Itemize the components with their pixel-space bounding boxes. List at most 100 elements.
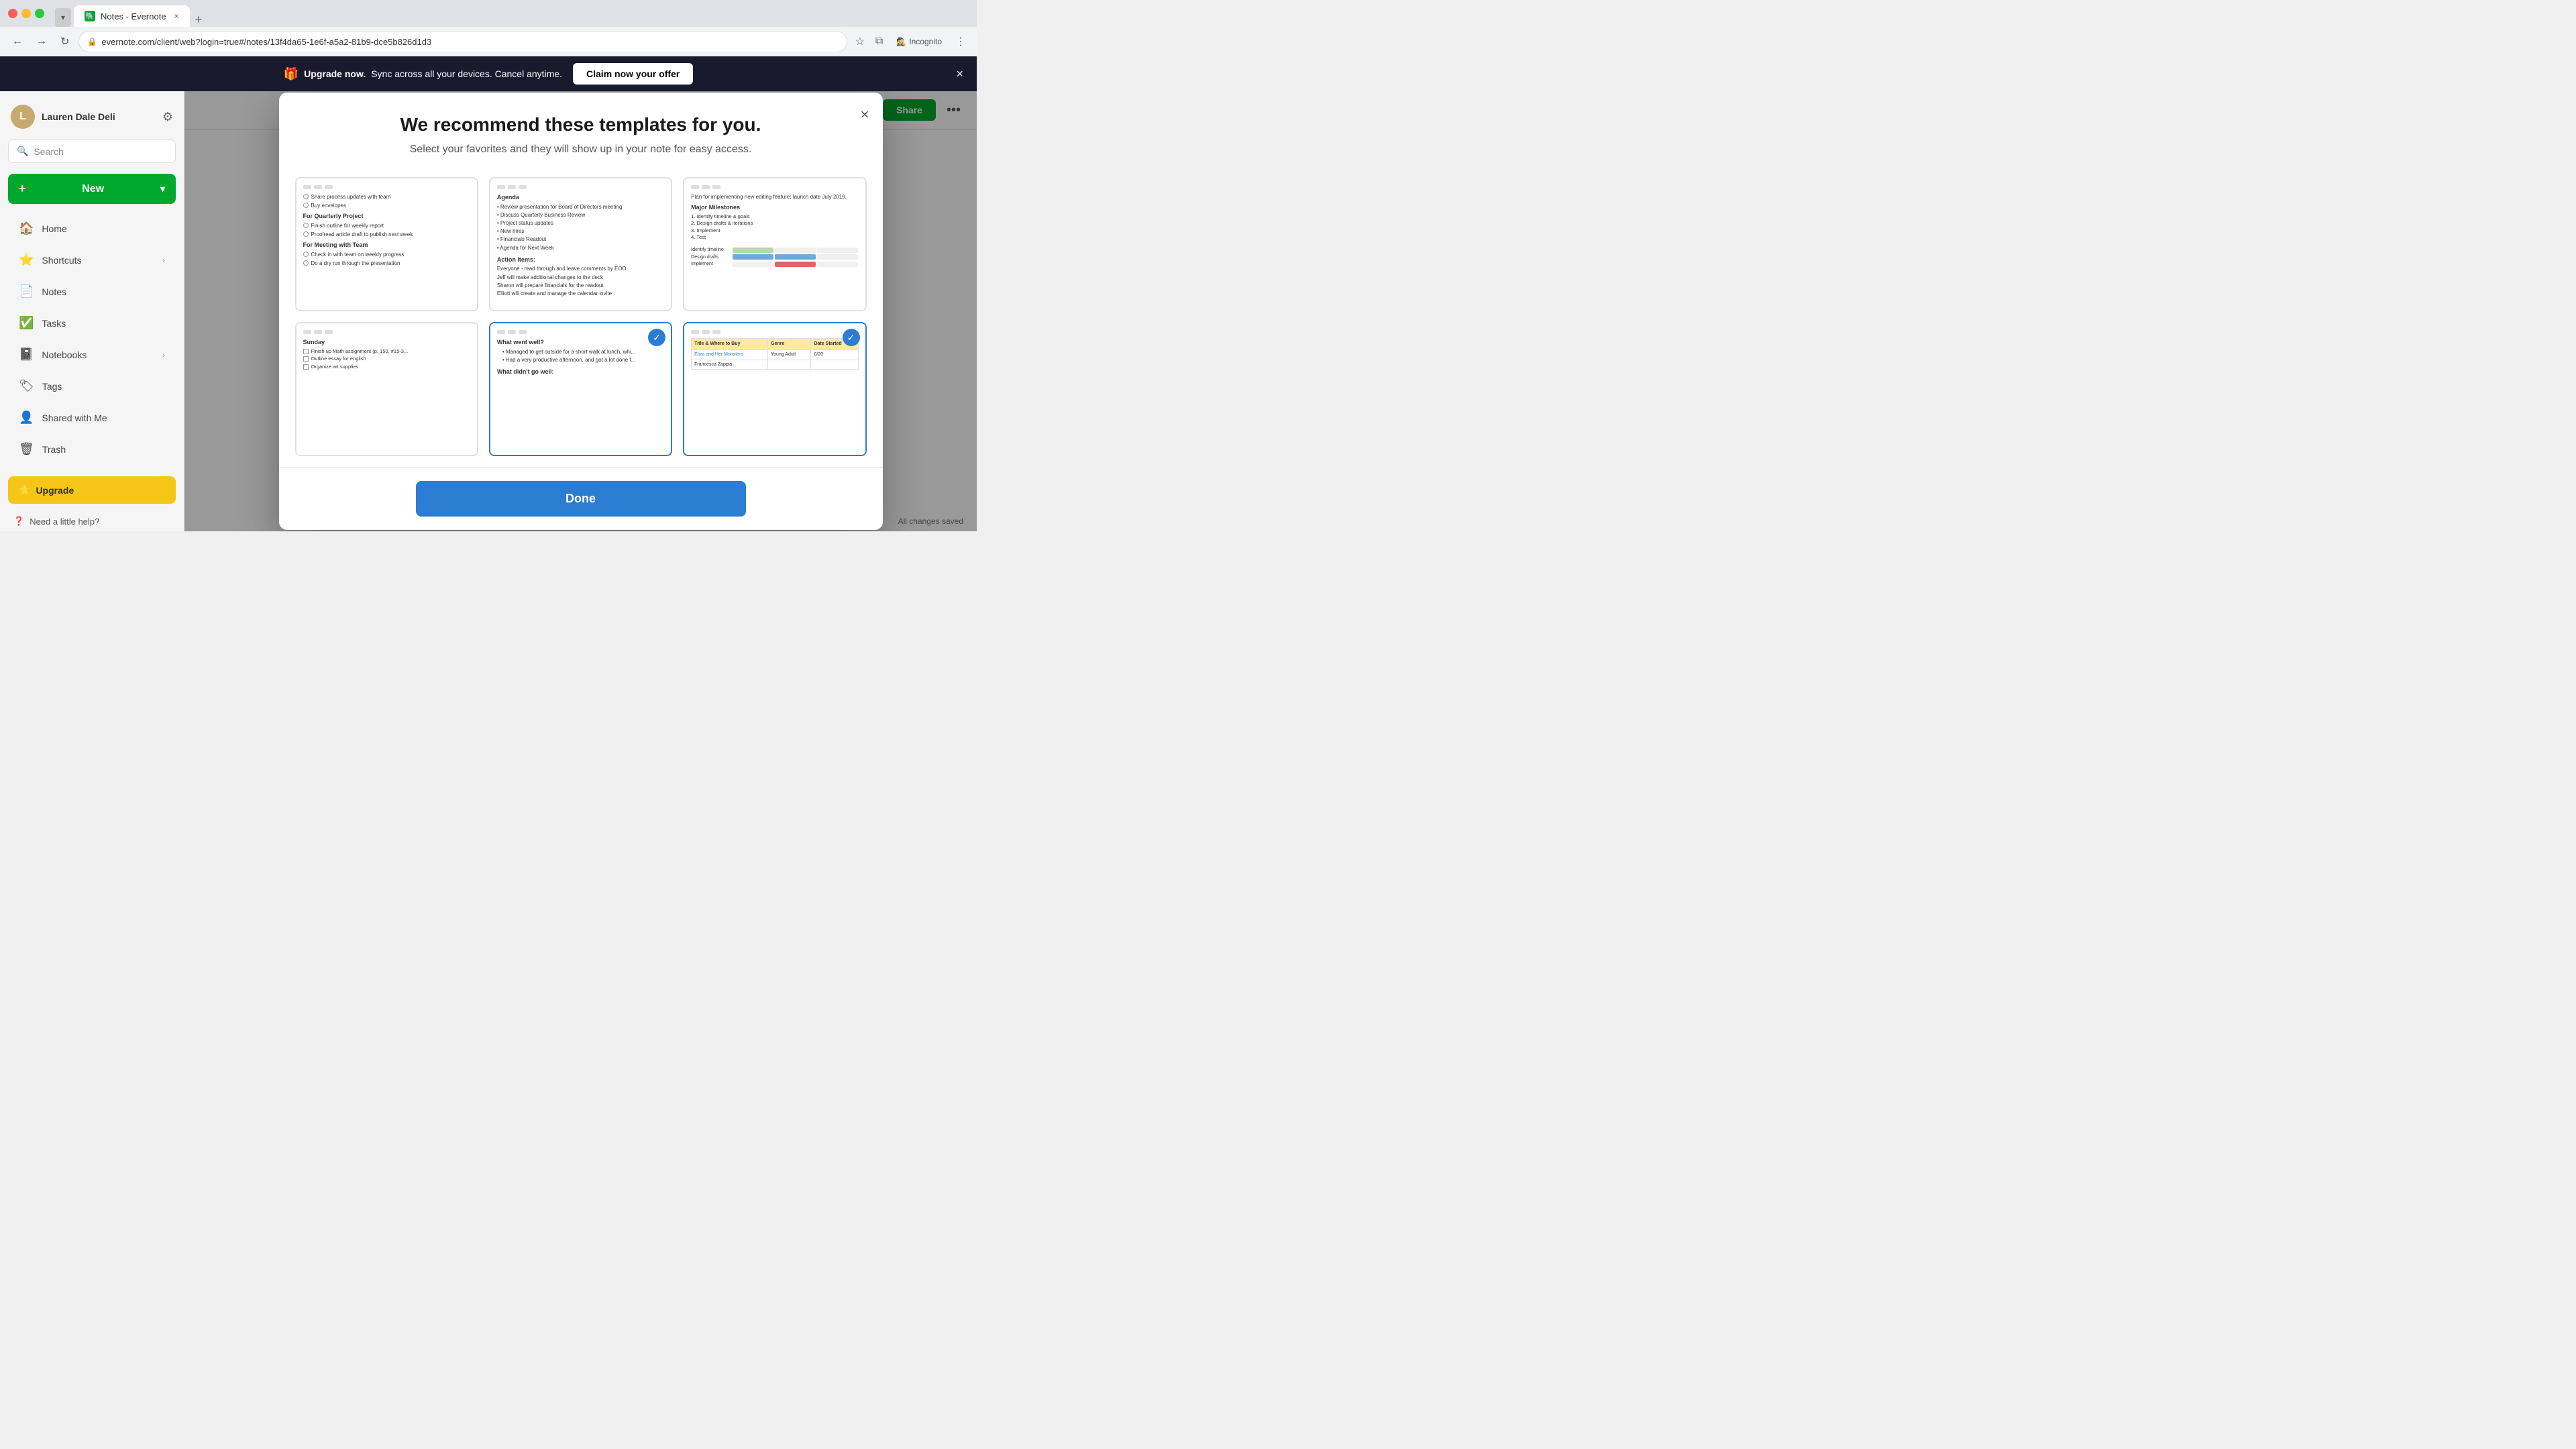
template-preview-todo: Share process updates with team Buy enve… — [297, 178, 477, 310]
done-button[interactable]: Done — [416, 481, 746, 517]
notebooks-chevron-icon: › — [162, 350, 165, 360]
home-icon: 🏠 — [19, 221, 34, 235]
selected-badge-reading: ✓ — [843, 329, 860, 346]
template-modal: We recommend these templates for you. Se… — [279, 93, 883, 530]
modal-subtitle: Select your favorites and they will show… — [306, 144, 856, 156]
selected-badge-daily: ✓ — [648, 329, 665, 346]
help-section[interactable]: ❓ Need a little help? — [8, 509, 176, 531]
settings-icon[interactable]: ⚙ — [162, 110, 173, 124]
lock-icon: 🔒 — [87, 37, 97, 46]
template-card-reading[interactable]: ✓ Title & Where to Buy Genre — [683, 322, 866, 456]
template-card-todo[interactable]: Share process updates with team Buy enve… — [295, 177, 478, 311]
modal-footer: Done — [279, 467, 883, 530]
tab-arrow[interactable]: ▾ — [55, 8, 71, 27]
sidebar-label-shortcuts: Shortcuts — [42, 255, 81, 266]
modal-close-button[interactable]: × — [861, 106, 869, 123]
new-chevron-icon: ▾ — [160, 183, 165, 195]
help-icon: ❓ — [13, 516, 24, 527]
browser-extension-icon[interactable]: ⧉ — [873, 33, 885, 50]
tab-bar: ▾ 🐘 Notes - Evernote × + — [50, 0, 969, 27]
modal-body: Share process updates with team Buy enve… — [279, 166, 883, 467]
main-content: Only you Share ••• We recommend these te… — [184, 91, 977, 531]
avatar-initial: L — [19, 111, 26, 123]
sidebar-item-shared[interactable]: 👤 Shared with Me — [5, 402, 178, 433]
sidebar-item-notebooks[interactable]: 📓 Notebooks › — [5, 339, 178, 370]
template-card-project[interactable]: Plan for implementing new editing featur… — [683, 177, 866, 311]
browser-titlebar: ▾ 🐘 Notes - Evernote × + — [0, 0, 977, 27]
reload-button[interactable]: ↻ — [56, 31, 73, 52]
user-name: Lauren Dale Deli — [42, 111, 156, 122]
nav-extras: ☆ ⧉ 🕵 Incognito ⋮ — [853, 32, 969, 51]
upgrade-text: Upgrade now. — [304, 68, 366, 79]
sidebar-item-trash[interactable]: 🗑 Trash — [5, 434, 178, 464]
sidebar-label-notebooks: Notebooks — [42, 350, 87, 360]
shortcuts-icon: ⭐ — [19, 253, 34, 267]
tags-icon: 🏷 — [19, 379, 34, 393]
search-bar[interactable]: 🔍 Search — [8, 140, 176, 163]
search-label: Search — [34, 146, 63, 157]
claim-offer-button[interactable]: Claim now your offer — [573, 63, 693, 85]
gift-icon: 🎁 — [284, 67, 299, 81]
upgrade-button[interactable]: ⭐ Upgrade — [8, 476, 176, 504]
tab-close-icon[interactable]: × — [174, 11, 179, 21]
modal-title: We recommend these templates for you. — [306, 114, 856, 136]
new-tab-button[interactable]: + — [195, 13, 203, 27]
new-plus-icon: + — [19, 182, 26, 196]
sidebar-label-trash: Trash — [42, 444, 66, 455]
back-button[interactable]: ← — [8, 32, 27, 52]
sidebar-label-shared: Shared with Me — [42, 413, 107, 423]
new-label: New — [32, 183, 155, 195]
sidebar-item-home[interactable]: 🏠 Home — [5, 213, 178, 244]
notebooks-icon: 📓 — [19, 347, 34, 362]
address-url: evernote.com/client/web?login=true#/note… — [101, 37, 838, 47]
template-title-weekly: Weekly Plan — [297, 455, 477, 456]
sync-text: Sync across all your devices. Cancel any… — [371, 68, 562, 79]
incognito-indicator: 🕵 Incognito — [891, 37, 947, 46]
template-preview-meeting: Agenda • Review presentation for Board o… — [490, 178, 671, 310]
banner-close-button[interactable]: × — [956, 67, 963, 81]
new-button[interactable]: + New ▾ — [8, 174, 176, 204]
shared-icon: 👤 — [19, 411, 34, 425]
window-close[interactable] — [8, 9, 17, 18]
template-preview-project: Plan for implementing new editing featur… — [684, 178, 865, 310]
sidebar-nav: 🏠 Home ⭐ Shortcuts › 📄 Notes ✅ Tasks — [0, 209, 184, 468]
sidebar-label-home: Home — [42, 223, 66, 234]
browser-more-button[interactable]: ⋮ — [953, 32, 969, 51]
sidebar-user-section[interactable]: L Lauren Dale Deli ⚙ — [0, 99, 184, 140]
sidebar-label-tags: Tags — [42, 381, 62, 392]
banner-content: 🎁 Upgrade now. Sync across all your devi… — [284, 67, 562, 81]
address-bar[interactable]: 🔒 evernote.com/client/web?login=true#/no… — [78, 31, 847, 52]
sidebar-label-notes: Notes — [42, 286, 66, 297]
forward-button[interactable]: → — [32, 32, 51, 52]
tab-label: Notes - Evernote — [101, 11, 166, 21]
search-icon: 🔍 — [17, 146, 28, 157]
modal-header: We recommend these templates for you. Se… — [279, 93, 883, 166]
template-card-meeting[interactable]: Agenda • Review presentation for Board o… — [489, 177, 672, 311]
window-min[interactable] — [21, 9, 31, 18]
template-card-weekly[interactable]: Sunday Finish up Math assignment (p. 150… — [295, 322, 478, 456]
shortcuts-chevron-icon: › — [162, 256, 165, 265]
tasks-icon: ✅ — [19, 316, 34, 330]
active-tab[interactable]: 🐘 Notes - Evernote × — [74, 5, 190, 27]
star-icon[interactable]: ☆ — [853, 32, 867, 51]
app-container: 🎁 Upgrade now. Sync across all your devi… — [0, 56, 977, 531]
sidebar-item-shortcuts[interactable]: ⭐ Shortcuts › — [5, 245, 178, 275]
upgrade-star-icon: ⭐ — [19, 484, 30, 496]
template-card-daily[interactable]: ✓ What went well? • Managed to get outsi… — [489, 322, 672, 456]
sidebar: L Lauren Dale Deli ⚙ 🔍 Search + New ▾ 🏠 … — [0, 91, 184, 531]
window-max[interactable] — [35, 9, 44, 18]
nav-bar: ← → ↻ 🔒 evernote.com/client/web?login=tr… — [0, 27, 977, 56]
upgrade-banner: 🎁 Upgrade now. Sync across all your devi… — [0, 56, 977, 91]
upgrade-label: Upgrade — [36, 485, 74, 496]
window-controls — [8, 9, 44, 18]
browser-chrome: ▾ 🐘 Notes - Evernote × + ← → ↻ 🔒 evernot… — [0, 0, 977, 56]
sidebar-item-tags[interactable]: 🏷 Tags — [5, 371, 178, 401]
notes-icon: 📄 — [19, 284, 34, 299]
template-title-daily: Daily Reflection — [490, 455, 671, 456]
sidebar-item-notes[interactable]: 📄 Notes — [5, 276, 178, 307]
template-title-reading: Reading List — [684, 455, 865, 456]
help-label: Need a little help? — [30, 517, 99, 527]
sidebar-item-tasks[interactable]: ✅ Tasks — [5, 308, 178, 338]
app-body: L Lauren Dale Deli ⚙ 🔍 Search + New ▾ 🏠 … — [0, 91, 977, 531]
template-preview-reading: Title & Where to Buy Genre Date Started — [684, 323, 865, 455]
